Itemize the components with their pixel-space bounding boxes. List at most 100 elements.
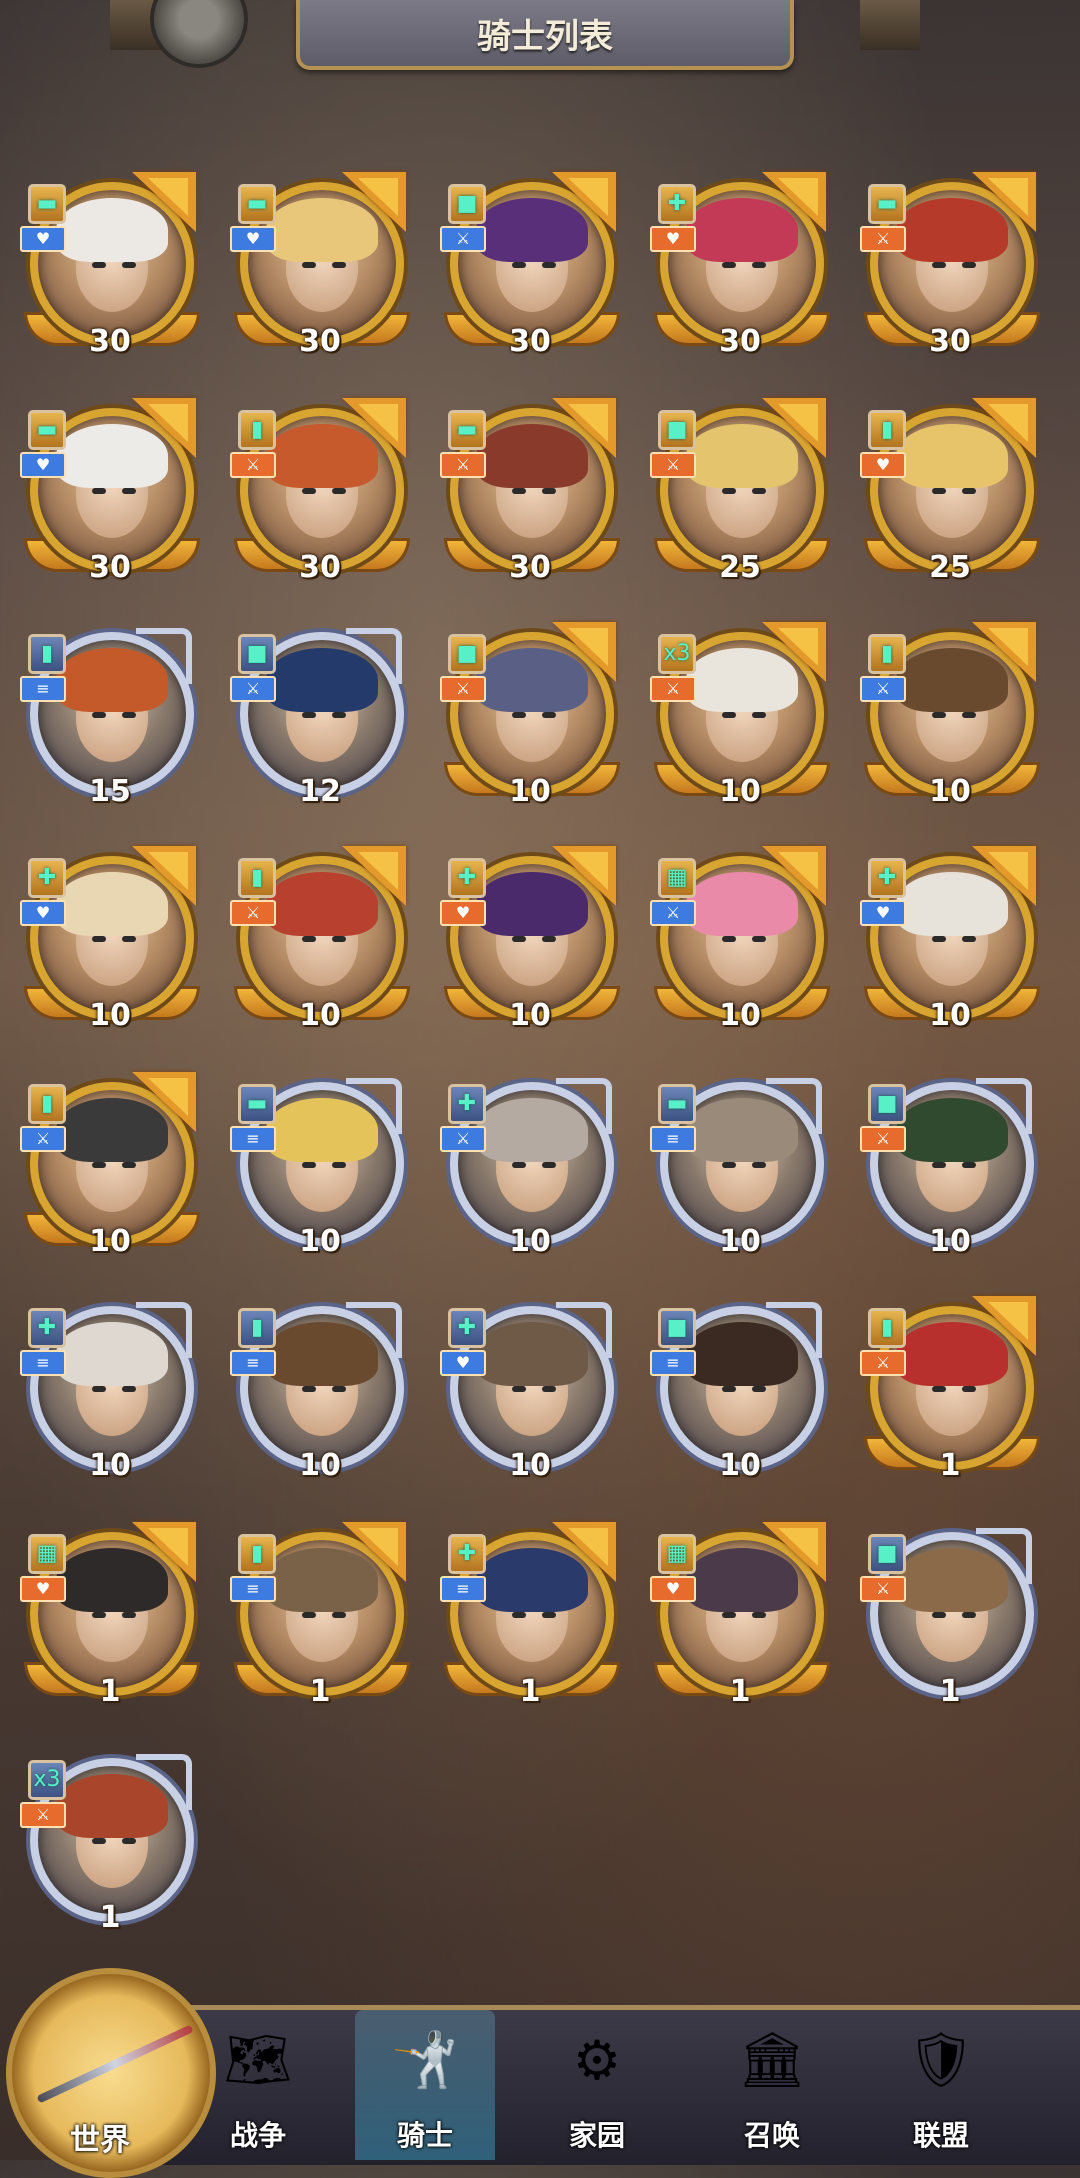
knight-card[interactable]: ■ ⚔ 25 [650, 398, 830, 588]
class-glyph: ✚ [457, 865, 477, 890]
knight-level: 30 [89, 324, 131, 359]
gold-rank-corner-icon [762, 398, 826, 458]
class-glyph: ▬ [246, 1091, 268, 1116]
nav-tab-0[interactable]: 🗺 战争 [188, 2010, 328, 2160]
knight-card[interactable]: ▮ ⚔ 1 [860, 1296, 1040, 1486]
portrait-eye [752, 262, 766, 268]
portrait-eye [932, 1612, 946, 1618]
knight-card[interactable]: ▮ ≡ 1 [230, 1522, 410, 1712]
portrait-eye [122, 1386, 136, 1392]
knight-level: 10 [929, 1224, 971, 1259]
portrait-eye [722, 712, 736, 718]
gold-rank-corner-icon [552, 622, 616, 682]
knight-card[interactable]: ▮ ♥ 25 [860, 398, 1040, 588]
portrait-eye [722, 1386, 736, 1392]
knight-card[interactable]: ✚ ♥ 10 [20, 846, 200, 1036]
nav-tab-1[interactable]: 🤺 骑士 [355, 2010, 495, 2160]
knight-card[interactable]: ▮ ⚔ 30 [230, 398, 410, 588]
portrait-eye [752, 712, 766, 718]
knight-card[interactable]: ▬ ♥ 30 [20, 398, 200, 588]
nav-tab-4[interactable]: 🛡 联盟 [871, 2010, 1011, 2160]
portrait-eye [92, 1386, 106, 1392]
knight-card[interactable]: ■ ⚔ 1 [860, 1522, 1040, 1712]
class-icon: ▮ [28, 634, 66, 674]
knight-card[interactable]: ■ ⚔ 12 [230, 622, 410, 812]
knight-card[interactable]: ▬ ⚔ 30 [860, 172, 1040, 362]
knight-card[interactable]: x3 ⚔ 1 [20, 1748, 200, 1938]
knight-card[interactable]: ■ ≡ 10 [650, 1296, 830, 1486]
knight-card[interactable]: ▬ ≡ 10 [650, 1072, 830, 1262]
knight-card[interactable]: ▬ ≡ 10 [230, 1072, 410, 1262]
portrait-eye [542, 936, 556, 942]
knight-card[interactable]: ▦ ♥ 1 [650, 1522, 830, 1712]
silver-rank-corner-icon [346, 1078, 402, 1134]
knight-card[interactable]: ▮ ≡ 15 [20, 622, 200, 812]
knight-card[interactable]: ✚ ≡ 10 [20, 1296, 200, 1486]
knight-card[interactable]: ■ ⚔ 10 [440, 622, 620, 812]
knight-level: 10 [719, 1224, 761, 1259]
portrait-eye [962, 936, 976, 942]
portrait-eye [962, 1386, 976, 1392]
knight-card[interactable]: ✚ ♥ 10 [440, 846, 620, 1036]
summon-icon: 🏛 [737, 2028, 807, 2091]
nav-tab-3[interactable]: 🏛 召唤 [702, 2010, 842, 2160]
class-icon: ▬ [868, 184, 906, 224]
gold-rank-corner-icon [972, 172, 1036, 232]
knight-card[interactable]: ▬ ♥ 30 [230, 172, 410, 362]
portrait-eye [962, 712, 976, 718]
knight-card[interactable]: ▮ ≡ 10 [230, 1296, 410, 1486]
portrait-eye [512, 936, 526, 942]
knight-card[interactable]: ▮ ⚔ 10 [20, 1072, 200, 1262]
portrait-eye [92, 488, 106, 494]
knight-card[interactable]: ▬ ♥ 30 [20, 172, 200, 362]
portrait-eye [332, 936, 346, 942]
portrait-eye [92, 1838, 106, 1844]
knight-card[interactable]: ▮ ⚔ 10 [860, 622, 1040, 812]
knight-level: 1 [99, 1900, 121, 1935]
class-glyph: ▮ [880, 417, 894, 442]
portrait-eye [542, 262, 556, 268]
class-glyph: x3 [663, 641, 691, 666]
role-icon: ⚔ [860, 226, 906, 252]
silver-rank-corner-icon [136, 1754, 192, 1810]
knight-card[interactable]: ✚ ♥ 30 [650, 172, 830, 362]
class-glyph: ▬ [246, 191, 268, 216]
knight-card[interactable]: ✚ ⚔ 10 [440, 1072, 620, 1262]
class-icon: ■ [448, 634, 486, 674]
role-icon: ≡ [230, 1576, 276, 1602]
portrait-eye [722, 262, 736, 268]
knight-card[interactable]: x3 ⚔ 10 [650, 622, 830, 812]
portrait-eye [962, 1612, 976, 1618]
gold-rank-corner-icon [132, 1072, 196, 1132]
silver-rank-corner-icon [346, 628, 402, 684]
knight-card[interactable]: ▦ ♥ 1 [20, 1522, 200, 1712]
portrait-eye [752, 936, 766, 942]
knight-level: 10 [719, 998, 761, 1033]
role-icon: ⚔ [650, 452, 696, 478]
role-icon: ♥ [440, 1350, 486, 1376]
class-glyph: ▬ [876, 191, 898, 216]
knight-card[interactable]: ■ ⚔ 10 [860, 1072, 1040, 1262]
knight-level: 30 [509, 324, 551, 359]
class-glyph: x3 [33, 1767, 61, 1792]
nav-tab-2[interactable]: ⚙ 家园 [527, 2010, 667, 2160]
class-icon: ▮ [868, 410, 906, 450]
knight-card[interactable]: ▦ ⚔ 10 [650, 846, 830, 1036]
knight-card[interactable]: ✚ ♥ 10 [860, 846, 1040, 1036]
knight-card[interactable]: ▮ ⚔ 10 [230, 846, 410, 1036]
knight-card[interactable]: ▬ ⚔ 30 [440, 398, 620, 588]
portrait-eye [92, 1612, 106, 1618]
class-glyph: ▮ [250, 1315, 264, 1340]
portrait-eye [962, 1162, 976, 1168]
knight-card[interactable]: ✚ ♥ 10 [440, 1296, 620, 1486]
class-glyph: ▮ [40, 1091, 54, 1116]
role-icon: ≡ [230, 1350, 276, 1376]
role-icon: ⚔ [440, 676, 486, 702]
knight-card[interactable]: ✚ ≡ 1 [440, 1522, 620, 1712]
portrait-eye [722, 936, 736, 942]
silver-rank-corner-icon [136, 1302, 192, 1358]
portrait-eye [752, 1612, 766, 1618]
knight-card[interactable]: ■ ⚔ 30 [440, 172, 620, 362]
knight-level: 10 [509, 1448, 551, 1483]
class-icon: ▬ [658, 1084, 696, 1124]
